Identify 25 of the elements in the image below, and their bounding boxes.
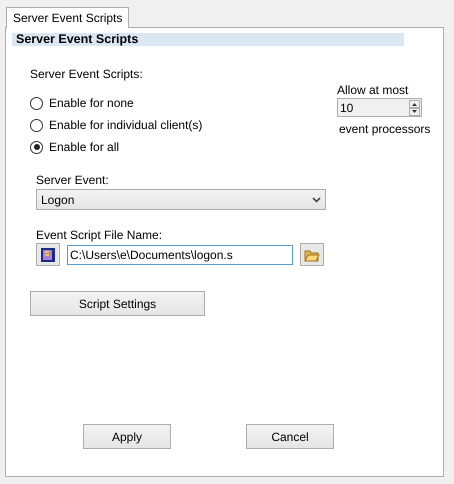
- chevron-down-icon: [312, 196, 321, 202]
- radio-button[interactable]: [30, 96, 43, 110]
- radio-button[interactable]: [30, 140, 43, 154]
- edit-script-button[interactable]: [36, 243, 60, 266]
- file-name-field[interactable]: C:\Users\e\Documents\logon.s: [67, 244, 293, 264]
- spinner-arrows-icon[interactable]: [409, 100, 420, 116]
- radio-label[interactable]: Enable for all: [49, 140, 120, 154]
- field-label: Server Event:: [36, 173, 110, 187]
- dialog-button[interactable]: Apply: [83, 424, 171, 449]
- tab[interactable]: Server Event Scripts: [6, 7, 130, 28]
- folder-icon: [304, 248, 320, 262]
- radio-button[interactable]: [30, 118, 43, 132]
- browse-button[interactable]: [300, 243, 324, 266]
- dialog-button[interactable]: Cancel: [246, 424, 334, 449]
- group-label: Server Event Scripts:: [30, 67, 144, 81]
- server-event-dropdown[interactable]: Logon: [36, 189, 326, 210]
- spinner-label: event processors: [339, 122, 430, 136]
- field-label: Event Script File Name:: [36, 228, 164, 242]
- spinner-label: Allow at most: [337, 83, 410, 97]
- script-settings-button[interactable]: Script Settings: [30, 291, 205, 316]
- radio-label[interactable]: Enable for none: [49, 96, 134, 110]
- notepad-icon: [40, 246, 56, 262]
- radio-label[interactable]: Enable for individual client(s): [49, 118, 202, 132]
- section-header: Server Event Scripts: [12, 33, 404, 46]
- number-spinner[interactable]: 10: [337, 98, 422, 117]
